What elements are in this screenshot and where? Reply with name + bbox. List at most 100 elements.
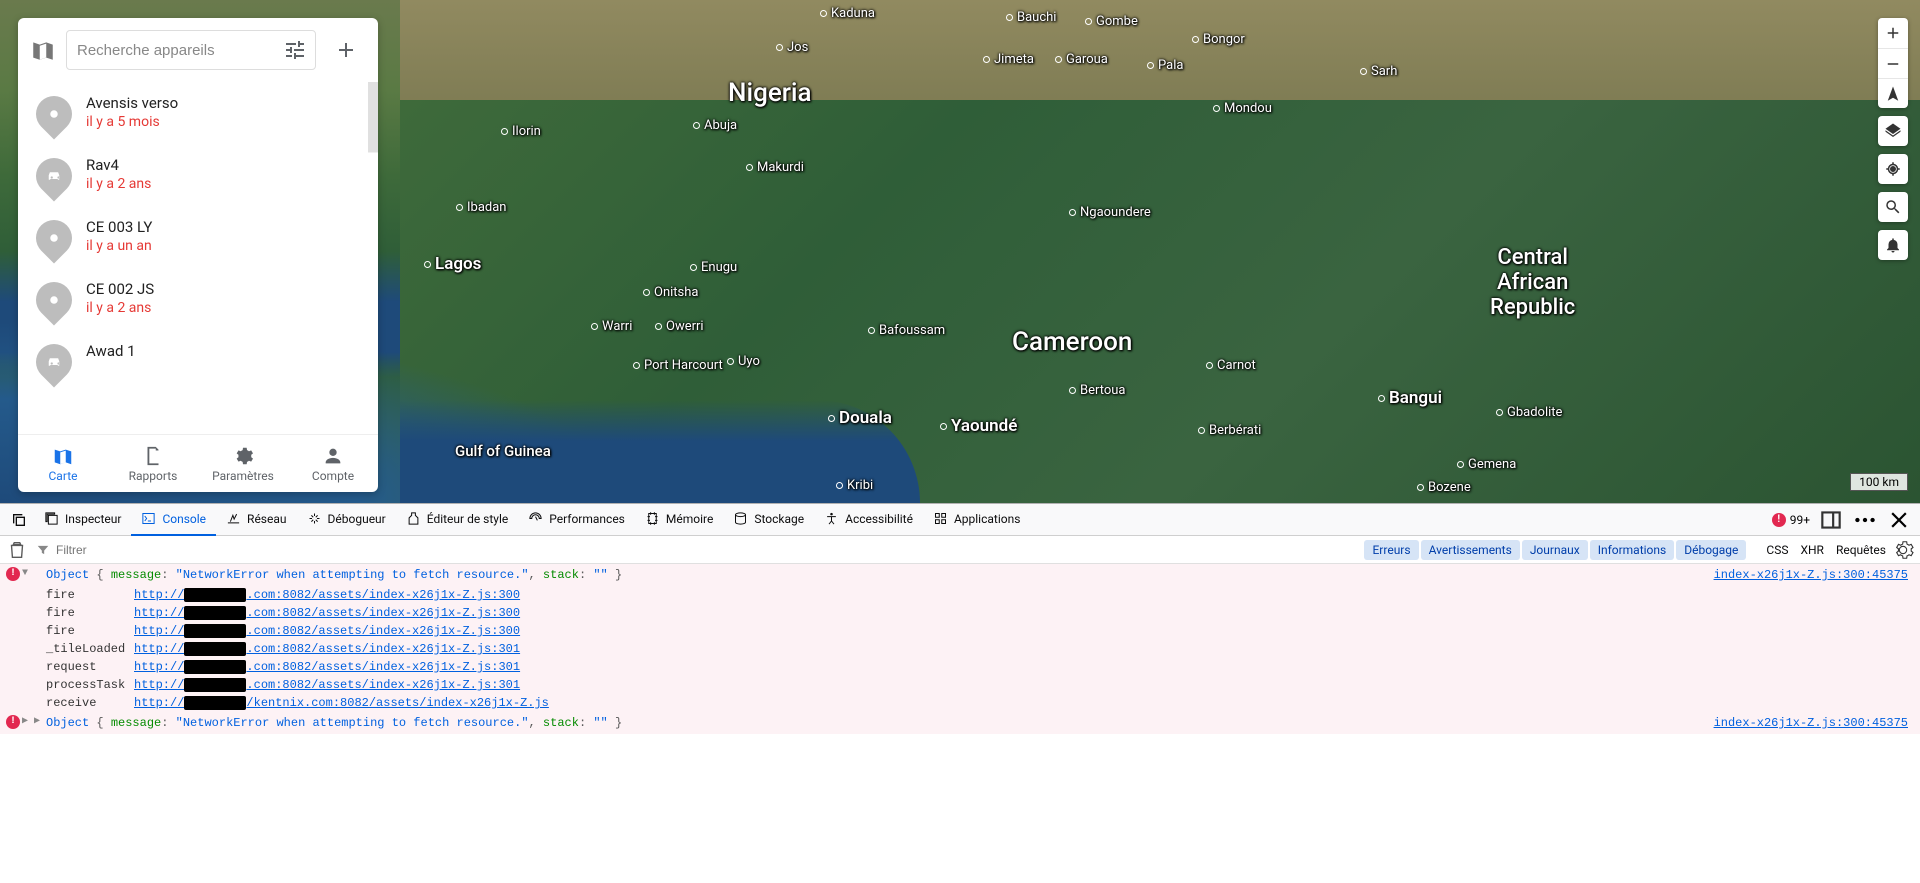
device-item[interactable]: Rav4 il y a 2 ans [18,144,378,206]
device-item[interactable]: Avensis verso il y a 5 mois [18,82,378,144]
map-canvas[interactable]: NigeriaCameroonCentralAfricanRepublicGul… [0,0,1920,503]
redacted [184,678,246,692]
plus-icon [334,38,358,62]
bell-icon [1884,236,1902,254]
chip-logs[interactable]: Journaux [1522,540,1588,560]
redacted [184,588,246,602]
nav-label: Compte [312,469,354,483]
chip-errors[interactable]: Erreurs [1364,540,1418,560]
console-row[interactable]: !▶▶ Object { message: "NetworkError when… [0,712,1920,734]
redacted [184,624,246,638]
collapse-arrow-icon[interactable]: ▼ [22,566,32,581]
device-search-input[interactable] [77,42,283,59]
stack-frame[interactable]: processTask http://.com:8082/assets/inde… [46,676,1920,694]
add-device-button[interactable] [326,30,366,70]
stack-url[interactable]: http://.com:8082/assets/index-x26j1x-Z.j… [134,586,520,604]
toggle-req[interactable]: Requêtes [1830,540,1892,560]
stack-url[interactable]: http://.com:8082/assets/index-x26j1x-Z.j… [134,604,520,622]
device-list[interactable]: Avensis verso il y a 5 mois Rav4 il y a … [18,82,378,434]
more-icon [1852,507,1878,533]
dock-icon [1818,507,1844,533]
minus-icon [1884,55,1902,73]
nav-map[interactable]: Carte [18,435,108,492]
locate-button[interactable] [1878,154,1908,184]
console-filter-input[interactable] [36,543,296,557]
stack-fn: request [46,658,124,676]
memory-icon [645,511,660,526]
stack-fn: _tileLoaded [46,640,124,658]
nav-settings[interactable]: Paramètres [198,435,288,492]
tune-icon[interactable] [283,38,307,62]
devtools-tab-console[interactable]: Console [131,504,216,536]
toggle-css[interactable]: CSS [1760,540,1794,560]
stack-url[interactable]: http:///kentnix.com:8082/assets/index-x2… [134,694,549,712]
stack-url[interactable]: http://.com:8082/assets/index-x26j1x-Z.j… [134,640,520,658]
chip-debug[interactable]: Débogage [1676,540,1746,560]
search-map-button[interactable] [1878,192,1908,222]
devtools-tab-memory[interactable]: Mémoire [635,504,723,536]
device-item[interactable]: CE 003 LY il y a un an [18,206,378,268]
scrollbar[interactable] [368,82,378,434]
nav-label: Rapports [129,469,178,483]
stack-frame[interactable]: fire http://.com:8082/assets/index-x26j1… [46,586,1920,604]
log-level-chips: Erreurs Avertissements Journaux Informat… [1364,540,1746,560]
expand-arrow-icon[interactable]: ▶ [22,714,32,729]
devtools-tab-network[interactable]: Réseau [216,504,296,536]
stack-frame[interactable]: fire http://.com:8082/assets/index-x26j1… [46,622,1920,640]
car-marker-icon [29,151,80,202]
toolbar-error-count[interactable]: ! 99+ [1772,513,1810,527]
devtools-tab-performance[interactable]: Performances [518,504,635,536]
device-name: Rav4 [86,156,151,174]
trash-icon [6,539,28,561]
account-icon [322,445,344,467]
devtools-tab-storage[interactable]: Stockage [723,504,814,536]
layers-button[interactable] [1878,116,1908,146]
console-filter-bar: Erreurs Avertissements Journaux Informat… [0,536,1920,564]
stack-frame[interactable]: _tileLoaded http://.com:8082/assets/inde… [46,640,1920,658]
device-item[interactable]: Awad 1 [18,330,378,392]
settings-icon [232,445,254,467]
redacted [184,696,246,710]
nav-account[interactable]: Compte [288,435,378,492]
console-row[interactable]: !▼ Object { message: "NetworkError when … [0,564,1920,586]
clear-console-button[interactable] [6,539,28,561]
close-icon [1886,507,1912,533]
nav-label: Paramètres [212,469,274,483]
inspector-icon [44,511,59,526]
console-icon [141,511,156,526]
devtools-tab-apps[interactable]: Applications [923,504,1030,536]
pick-element-button[interactable] [4,505,34,535]
error-icon: ! [6,567,20,581]
stack-url[interactable]: http://.com:8082/assets/index-x26j1x-Z.j… [134,622,520,640]
stack-frame[interactable]: fire http://.com:8082/assets/index-x26j1… [46,604,1920,622]
console-output[interactable]: !▼ Object { message: "NetworkError when … [0,564,1920,883]
source-link[interactable]: index-x26j1x-Z.js:300:45375 [1714,566,1914,584]
device-search[interactable] [66,30,316,70]
console-settings-button[interactable] [1892,539,1914,561]
source-link[interactable]: index-x26j1x-Z.js:300:45375 [1714,714,1914,732]
zoom-in-button[interactable] [1878,18,1908,48]
close-devtools-button[interactable] [1886,507,1912,533]
plus-icon [1884,24,1902,42]
stack-url[interactable]: http://.com:8082/assets/index-x26j1x-Z.j… [134,658,520,676]
stack-url[interactable]: http://.com:8082/assets/index-x26j1x-Z.j… [134,676,520,694]
stack-frame[interactable]: receive http:///kentnix.com:8082/assets/… [46,694,1920,712]
device-item[interactable]: CE 002 JS il y a 2 ans [18,268,378,330]
notifications-button[interactable] [1878,230,1908,260]
stack-frame[interactable]: request http://.com:8082/assets/index-x2… [46,658,1920,676]
devtools-tab-inspector[interactable]: Inspecteur [34,504,131,536]
chip-info[interactable]: Informations [1590,540,1675,560]
map-icon [30,37,56,63]
toggle-xhr[interactable]: XHR [1794,540,1829,560]
stack-fn: processTask [46,676,124,694]
devtools-tab-debugger[interactable]: Débogueur [297,504,396,536]
pin-marker-icon [29,275,80,326]
chip-warnings[interactable]: Avertissements [1421,540,1520,560]
devtools-tab-a11y[interactable]: Accessibilité [814,504,923,536]
zoom-out-button[interactable] [1878,48,1908,78]
dock-button[interactable] [1818,507,1844,533]
more-button[interactable] [1852,507,1878,533]
compass-button[interactable] [1878,78,1908,108]
devtools-tab-style[interactable]: Éditeur de style [396,504,519,536]
nav-reports[interactable]: Rapports [108,435,198,492]
